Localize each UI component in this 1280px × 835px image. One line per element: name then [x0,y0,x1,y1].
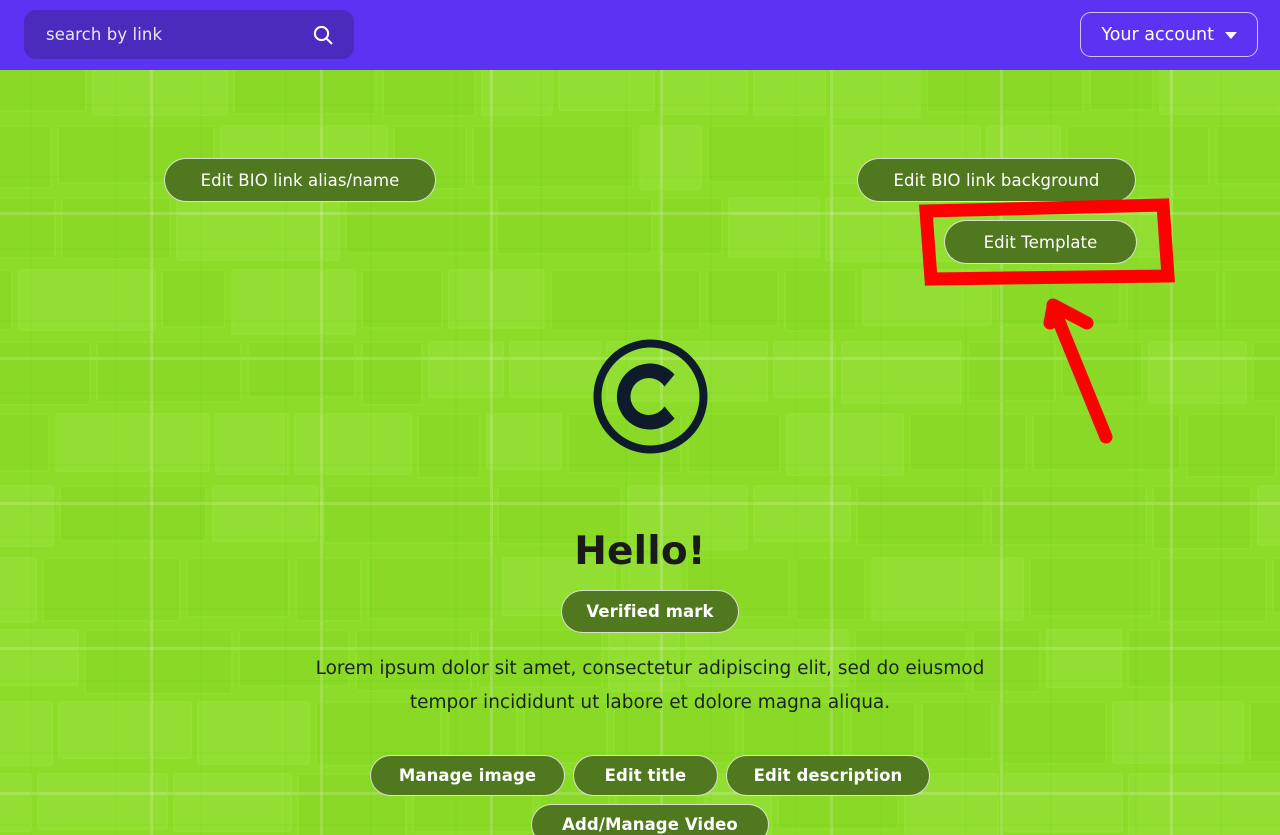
top-navigation-bar: Your account [0,0,1280,70]
verified-mark-button[interactable]: Verified mark [561,590,739,633]
edit-template-button[interactable]: Edit Template [944,220,1137,264]
edit-title-button[interactable]: Edit title [573,755,718,796]
account-button-label: Your account [1101,24,1214,45]
bio-link-preview-canvas: Edit BIO link alias/name Edit BIO link b… [0,70,1280,835]
your-account-button[interactable]: Your account [1080,12,1258,57]
bio-link-editor-page: Your account Edit BIO link alias/name Ed… [0,0,1280,835]
search-box[interactable] [24,10,354,59]
edit-bio-link-alias-button[interactable]: Edit BIO link alias/name [164,158,436,202]
page-title: Hello! [574,529,706,574]
edit-description-button[interactable]: Edit description [726,755,930,796]
chevron-down-icon [1225,32,1237,39]
manage-image-button[interactable]: Manage image [370,755,565,796]
search-icon[interactable] [310,22,336,48]
search-input[interactable] [46,25,310,44]
bio-description-text: Lorem ipsum dolor sit amet, consectetur … [315,658,985,713]
circle-c-logo-icon [590,336,711,457]
edit-bio-link-background-button[interactable]: Edit BIO link background [857,158,1136,202]
add-manage-video-button[interactable]: Add/Manage Video [531,804,769,835]
